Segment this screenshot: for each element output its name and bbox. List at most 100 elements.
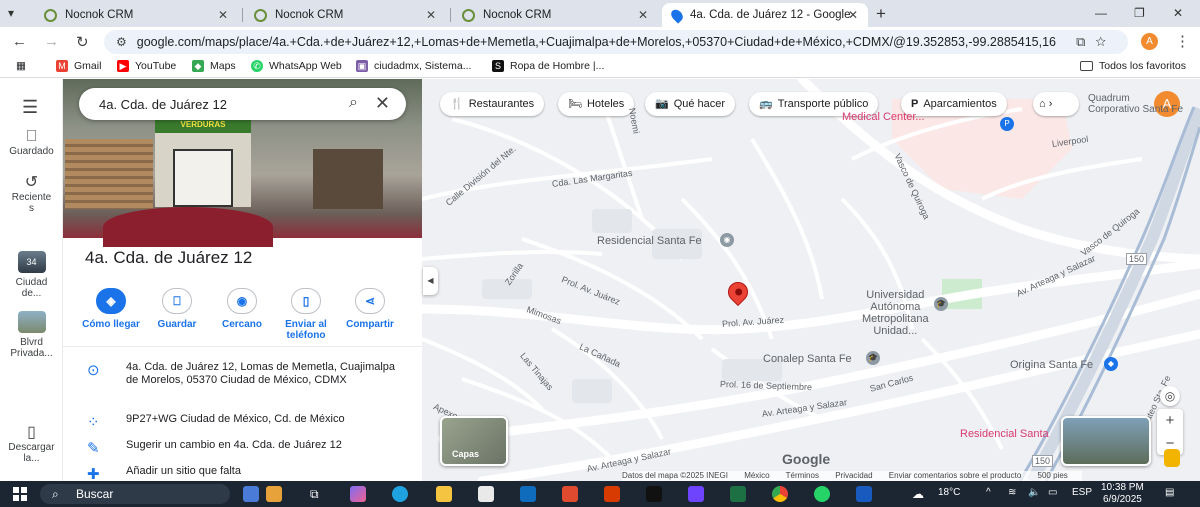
link-terms[interactable]: Términos bbox=[786, 471, 819, 480]
search-box[interactable]: ⌕ ✕ bbox=[79, 88, 406, 120]
place-label-quadrum[interactable]: Quadrum Corporativo Santa Fe bbox=[1088, 93, 1183, 115]
volume-icon[interactable]: 🔈 bbox=[1028, 487, 1040, 498]
notifications-icon[interactable]: ▤ bbox=[1165, 487, 1174, 498]
save-button[interactable]: ⎕ Guardar bbox=[141, 288, 213, 330]
nearby-button[interactable]: ◉ Cercano bbox=[206, 288, 278, 330]
search-icon[interactable]: ⌕ bbox=[349, 94, 358, 112]
close-tab-icon[interactable]: ✕ bbox=[848, 8, 858, 22]
school-icon[interactable]: 🎓 bbox=[866, 351, 880, 365]
window-close-icon[interactable]: ✕ bbox=[1173, 6, 1183, 20]
close-tab-icon[interactable]: ✕ bbox=[218, 8, 228, 22]
store-icon[interactable] bbox=[478, 486, 494, 502]
place-label-uam[interactable]: Universidad Autónoma Metropolitana Unida… bbox=[862, 289, 929, 337]
map-canvas[interactable]: 🍴 Restaurantes 🛏 Hoteles 📷 Qué hacer 🚌 Trans… bbox=[422, 79, 1200, 481]
chip-more[interactable]: ⌂ › bbox=[1033, 92, 1079, 116]
whatsapp-icon[interactable] bbox=[814, 486, 830, 502]
search-input[interactable] bbox=[99, 96, 319, 112]
close-tab-icon[interactable]: ✕ bbox=[638, 8, 648, 22]
suggest-edit-row[interactable]: ✎ Sugerir un cambio en 4a. Cda. de Juáre… bbox=[63, 439, 422, 457]
place-label-medical[interactable]: Medical Center... bbox=[842, 111, 925, 123]
place-label-residencial[interactable]: Residencial Santa Fe bbox=[597, 235, 702, 247]
address-bar[interactable]: ⚙ google.com/maps/place/4a.+Cda.+de+Juár… bbox=[104, 30, 1128, 54]
rail-recent-blvrd[interactable]: Blvrd Privada... bbox=[0, 311, 63, 359]
chip-things-to-do[interactable]: 📷 Qué hacer bbox=[645, 92, 736, 116]
browser-menu-icon[interactable]: ⋮ bbox=[1175, 32, 1190, 50]
place-label-origina[interactable]: Origina Santa Fe bbox=[1010, 359, 1093, 371]
send-to-phone-button[interactable]: ▯ Enviar al teléfono bbox=[270, 288, 342, 341]
url-text[interactable]: google.com/maps/place/4a.+Cda.+de+Juárez… bbox=[137, 35, 1057, 49]
system-clock[interactable]: 10:38 PM 6/9/2025 bbox=[1101, 482, 1144, 506]
minimize-icon[interactable]: — bbox=[1095, 6, 1107, 20]
back-icon[interactable]: ← bbox=[12, 33, 27, 50]
restore-icon[interactable]: ❐ bbox=[1134, 6, 1145, 20]
plus-code-row[interactable]: ⁘ 9P27+WG Ciudad de México, Cd. de Méxic… bbox=[63, 413, 422, 431]
apps-grid-icon[interactable]: ▦ bbox=[16, 60, 26, 72]
all-bookmarks[interactable]: Todos los favoritos bbox=[1080, 60, 1186, 72]
excel-icon[interactable] bbox=[730, 486, 746, 502]
collapse-panel-button[interactable]: ◀ bbox=[423, 267, 438, 295]
link-feedback[interactable]: Enviar comentarios sobre el producto bbox=[889, 471, 1022, 480]
menu-icon[interactable]: ☰ bbox=[22, 97, 38, 118]
tab-nocnok-crm-2[interactable]: Nocnok CRM ✕ bbox=[244, 3, 446, 27]
taskbar-search[interactable]: ⌕ Buscar bbox=[40, 484, 230, 504]
school-icon[interactable]: 🎓 bbox=[934, 297, 948, 311]
bookmark-star-icon[interactable]: ☆ bbox=[1095, 34, 1116, 49]
add-place-row[interactable]: ✚ Añadir un sitio que falta bbox=[63, 465, 422, 481]
new-tab-plus-icon[interactable]: + bbox=[876, 4, 886, 24]
share-button[interactable]: ⋖ Compartir bbox=[334, 288, 406, 330]
zoom-in-icon[interactable]: + bbox=[1157, 409, 1183, 432]
start-menu-icon[interactable] bbox=[13, 487, 27, 501]
link-mexico[interactable]: México bbox=[744, 471, 769, 480]
install-app-icon[interactable]: ⧉ bbox=[1076, 34, 1095, 49]
layers-button[interactable]: Capas bbox=[440, 416, 508, 466]
forward-icon[interactable]: → bbox=[44, 33, 59, 50]
my-location-icon[interactable]: ◎ bbox=[1160, 386, 1180, 406]
battery-icon[interactable]: ▭ bbox=[1048, 487, 1057, 498]
bookmark-youtube[interactable]: ▶ YouTube bbox=[117, 60, 176, 72]
copilot-icon[interactable] bbox=[350, 486, 366, 502]
link-privacy[interactable]: Privacidad bbox=[835, 471, 872, 480]
shop-icon[interactable]: ◆ bbox=[1104, 357, 1118, 371]
tab-nocnok-crm-1[interactable]: Nocnok CRM ✕ bbox=[34, 3, 238, 27]
profile-avatar[interactable]: A bbox=[1141, 33, 1158, 50]
widgets-icon[interactable] bbox=[243, 486, 259, 502]
tab-nocnok-crm-3[interactable]: Nocnok CRM ✕ bbox=[452, 3, 658, 27]
directions-button[interactable]: ◈ Cómo llegar bbox=[75, 288, 147, 330]
weather-icon[interactable]: ☁ bbox=[912, 487, 924, 501]
outlook-icon[interactable] bbox=[520, 486, 536, 502]
rail-saved[interactable]: ⎕ Guardado bbox=[0, 129, 63, 158]
weather-temp[interactable]: 18°C bbox=[938, 487, 960, 498]
site-info-icon[interactable]: ⚙ bbox=[116, 35, 127, 49]
file-explorer-icon[interactable] bbox=[436, 486, 452, 502]
tray-chevron-icon[interactable]: ^ bbox=[986, 487, 991, 498]
scale-bar[interactable]: 500 pies bbox=[1038, 471, 1068, 480]
tab-google-maps[interactable]: 4a. Cda. de Juárez 12 - Google ✕ bbox=[662, 3, 868, 27]
capcut-icon[interactable] bbox=[646, 486, 662, 502]
office-icon[interactable] bbox=[604, 486, 620, 502]
word-icon[interactable] bbox=[856, 486, 872, 502]
close-icon[interactable]: ✕ bbox=[375, 93, 390, 114]
chip-restaurants[interactable]: 🍴 Restaurantes bbox=[440, 92, 545, 116]
app-icon[interactable] bbox=[562, 486, 578, 502]
bookmark-whatsapp[interactable]: ✆ WhatsApp Web bbox=[251, 60, 342, 72]
bookmark-ciudadmx[interactable]: ▣ ciudadmx, Sistema... bbox=[356, 60, 471, 72]
rail-recent-ciudad[interactable]: 34 Ciudad de... bbox=[0, 251, 63, 299]
edge-icon[interactable] bbox=[392, 486, 408, 502]
tab-search-icon[interactable]: ▾ bbox=[8, 6, 14, 20]
chrome-icon[interactable] bbox=[772, 486, 788, 502]
reload-icon[interactable]: ↻ bbox=[76, 33, 89, 51]
poi-icon[interactable]: ◉ bbox=[720, 233, 734, 247]
parking-icon[interactable]: P bbox=[1000, 117, 1014, 131]
wifi-icon[interactable]: ≋ bbox=[1008, 487, 1016, 498]
pegman-icon[interactable] bbox=[1164, 449, 1180, 467]
bookmark-maps[interactable]: ◆ Maps bbox=[192, 60, 236, 72]
widgets-icon[interactable] bbox=[266, 486, 282, 502]
close-tab-icon[interactable]: ✕ bbox=[426, 8, 436, 22]
language-indicator[interactable]: ESP bbox=[1072, 487, 1092, 498]
chip-hotels[interactable]: 🛏 Hoteles bbox=[558, 92, 635, 116]
bookmark-ropa[interactable]: S Ropa de Hombre |... bbox=[492, 60, 604, 72]
place-label-conalep[interactable]: Conalep Santa Fe bbox=[763, 353, 852, 365]
rail-recent[interactable]: ↺ Reciente s bbox=[0, 175, 63, 215]
rail-download-app[interactable]: ▯ Descargar la... bbox=[0, 425, 63, 465]
bookmark-gmail[interactable]: M Gmail bbox=[56, 60, 101, 72]
